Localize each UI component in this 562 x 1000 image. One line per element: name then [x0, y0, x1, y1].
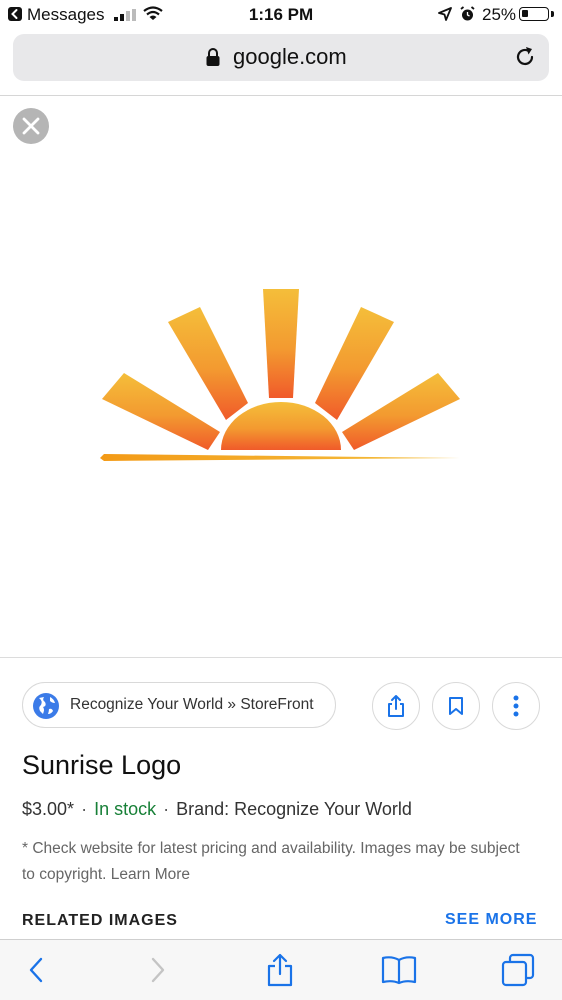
- close-icon: [22, 117, 40, 135]
- back-button[interactable]: [6, 940, 66, 1000]
- more-options-button[interactable]: [492, 682, 540, 730]
- url-domain[interactable]: google.com: [233, 44, 347, 70]
- forward-icon: [151, 957, 165, 983]
- share-icon: [267, 953, 293, 987]
- close-button[interactable]: [13, 108, 49, 144]
- sunrise-logo-image[interactable]: [96, 282, 466, 467]
- source-site-label: Recognize Your World » StoreFront: [70, 696, 314, 713]
- horizon-line: [100, 454, 460, 461]
- battery-cap: [551, 11, 554, 17]
- see-more-link[interactable]: SEE MORE: [445, 911, 537, 929]
- battery-icon: [519, 7, 549, 21]
- more-vert-icon: [513, 695, 519, 717]
- separator-dot: ·: [81, 799, 88, 819]
- source-site-chip[interactable]: Recognize Your World » StoreFront: [22, 682, 336, 728]
- clock: 1:16 PM: [248, 5, 314, 24]
- related-images-heading: RELATED IMAGES: [22, 912, 178, 929]
- stock-status: In stock: [94, 799, 157, 819]
- battery-percent: 25%: [482, 5, 517, 24]
- image-divider: [0, 657, 562, 658]
- ray-far-right: [342, 373, 460, 450]
- status-bar: Messages 1:16 PM 25%: [0, 0, 562, 30]
- globe-icon: [33, 693, 59, 719]
- share-button[interactable]: [372, 682, 420, 730]
- ray-right: [315, 307, 394, 420]
- brand: Brand: Recognize Your World: [176, 799, 412, 819]
- reload-icon[interactable]: [513, 45, 537, 69]
- bookmark-icon: [449, 697, 463, 715]
- alarm-icon: [460, 6, 475, 21]
- location-icon: [438, 7, 452, 21]
- tabs-button[interactable]: [488, 940, 548, 1000]
- save-bookmark-button[interactable]: [432, 682, 480, 730]
- toolbar-share-button[interactable]: [250, 940, 310, 1000]
- ray-far-left: [102, 373, 220, 450]
- share-icon: [388, 695, 404, 717]
- price-row: $3.00* · In stock · Brand: Recognize Your Wo…: [22, 799, 412, 820]
- browser-toolbar: [0, 939, 562, 1000]
- learn-more-link[interactable]: Learn More: [111, 866, 190, 883]
- product-title: Sunrise Logo: [22, 750, 182, 780]
- ray-center: [263, 289, 299, 398]
- price: $3.00*: [22, 799, 75, 819]
- separator-dot: ·: [163, 799, 170, 819]
- header-divider: [0, 95, 562, 96]
- battery-level: [522, 10, 528, 17]
- back-icon: [29, 957, 43, 983]
- disclaimer-text: * Check website for latest pricing and a…: [22, 836, 522, 888]
- bookmarks-button[interactable]: [369, 940, 429, 1000]
- lock-icon: [206, 48, 220, 66]
- forward-button[interactable]: [128, 940, 188, 1000]
- ray-left: [168, 307, 248, 420]
- tabs-icon: [501, 953, 535, 987]
- address-bar[interactable]: google.com: [13, 34, 549, 81]
- disclaimer-body: * Check website for latest pricing and a…: [22, 840, 520, 883]
- bookmarks-icon: [381, 956, 417, 985]
